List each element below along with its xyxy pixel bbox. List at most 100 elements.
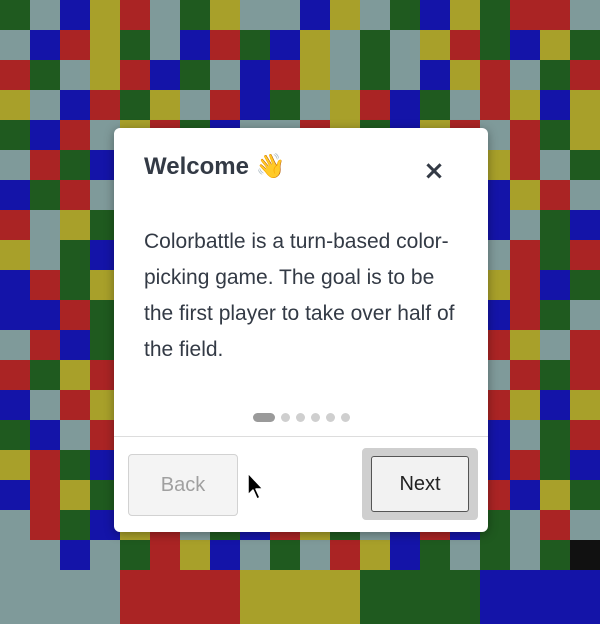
board-cell — [240, 30, 270, 60]
board-cell — [570, 300, 600, 330]
board-cell — [60, 270, 90, 300]
board-cell — [510, 210, 540, 240]
board-cell — [570, 420, 600, 450]
board-cell — [570, 120, 600, 150]
board-cell — [450, 60, 480, 90]
board-cell — [480, 90, 510, 120]
board-cell — [90, 30, 120, 60]
board-cell — [60, 360, 90, 390]
board-cell — [30, 240, 60, 270]
board-cell — [0, 240, 30, 270]
board-cell — [540, 210, 570, 240]
board-cell — [60, 570, 120, 624]
board-cell — [480, 540, 510, 570]
board-cell — [60, 390, 90, 420]
board-cell — [510, 510, 540, 540]
step-dot — [280, 412, 290, 422]
board-cell — [60, 180, 90, 210]
welcome-modal: Welcome 👋 × Colorbattle is a turn-based … — [114, 128, 488, 532]
board-cell — [60, 120, 90, 150]
board-cell — [510, 300, 540, 330]
board-cell — [90, 60, 120, 90]
board-cell — [510, 240, 540, 270]
board-cell — [570, 390, 600, 420]
board-cell — [360, 540, 390, 570]
modal-title: Welcome 👋 — [144, 153, 286, 180]
board-cell — [540, 360, 570, 390]
board-cell — [0, 270, 30, 300]
board-cell — [360, 60, 390, 90]
board-cell — [0, 210, 30, 240]
board-cell — [510, 480, 540, 510]
close-icon[interactable]: × — [420, 158, 448, 186]
board-cell — [0, 120, 30, 150]
board-cell — [510, 90, 540, 120]
board-cell — [60, 480, 90, 510]
board-cell — [270, 540, 300, 570]
board-cell — [0, 30, 30, 60]
board-cell — [450, 90, 480, 120]
board-cell — [30, 390, 60, 420]
board-cell — [0, 360, 30, 390]
board-cell — [120, 90, 150, 120]
board-cell — [30, 360, 60, 390]
board-cell — [30, 150, 60, 180]
board-cell — [30, 60, 60, 90]
step-dot-active — [252, 412, 275, 422]
back-button[interactable]: Back — [128, 454, 238, 516]
board-cell — [540, 180, 570, 210]
board-cell — [0, 60, 30, 90]
board-cell — [210, 540, 240, 570]
board-cell — [540, 300, 570, 330]
board-cell — [150, 60, 180, 90]
board-cell — [570, 240, 600, 270]
board-cell — [510, 390, 540, 420]
step-dot — [295, 412, 305, 422]
board-cell — [210, 30, 240, 60]
board-cell — [180, 60, 210, 90]
board-cell — [420, 30, 450, 60]
board-cell — [30, 90, 60, 120]
board-cell — [540, 540, 570, 570]
board-cell — [60, 210, 90, 240]
board-cell — [570, 510, 600, 540]
board-cell — [120, 0, 150, 30]
board-cell — [0, 180, 30, 210]
board-cell — [120, 30, 150, 60]
board-cell — [60, 30, 90, 60]
board-cell — [150, 0, 180, 30]
next-button[interactable]: Next — [362, 448, 478, 520]
board-cell — [450, 0, 480, 30]
board-cell — [540, 480, 570, 510]
board-cell — [90, 540, 120, 570]
board-cell — [240, 90, 270, 120]
board-cell — [0, 510, 30, 540]
board-cell — [120, 60, 150, 90]
board-cell — [570, 30, 600, 60]
board-cell — [420, 570, 480, 624]
board-cell — [210, 60, 240, 90]
board-cell — [570, 450, 600, 480]
board-cell — [240, 0, 270, 30]
board-cell — [540, 510, 570, 540]
board-cell — [270, 0, 300, 30]
board-cell — [510, 450, 540, 480]
board-cell — [210, 90, 240, 120]
board-cell — [420, 60, 450, 90]
step-dot — [325, 412, 335, 422]
board-cell — [330, 0, 360, 30]
board-cell — [120, 540, 150, 570]
board-cell — [300, 60, 330, 90]
board-cell — [420, 540, 450, 570]
board-cell — [540, 90, 570, 120]
board-cell — [60, 240, 90, 270]
board-cell — [540, 120, 570, 150]
board-cell — [0, 90, 30, 120]
board-cell — [30, 270, 60, 300]
board-cell — [570, 180, 600, 210]
board-cell — [480, 30, 510, 60]
board-cell — [540, 270, 570, 300]
board-cell — [60, 450, 90, 480]
board-cell — [330, 30, 360, 60]
step-dot — [310, 412, 320, 422]
